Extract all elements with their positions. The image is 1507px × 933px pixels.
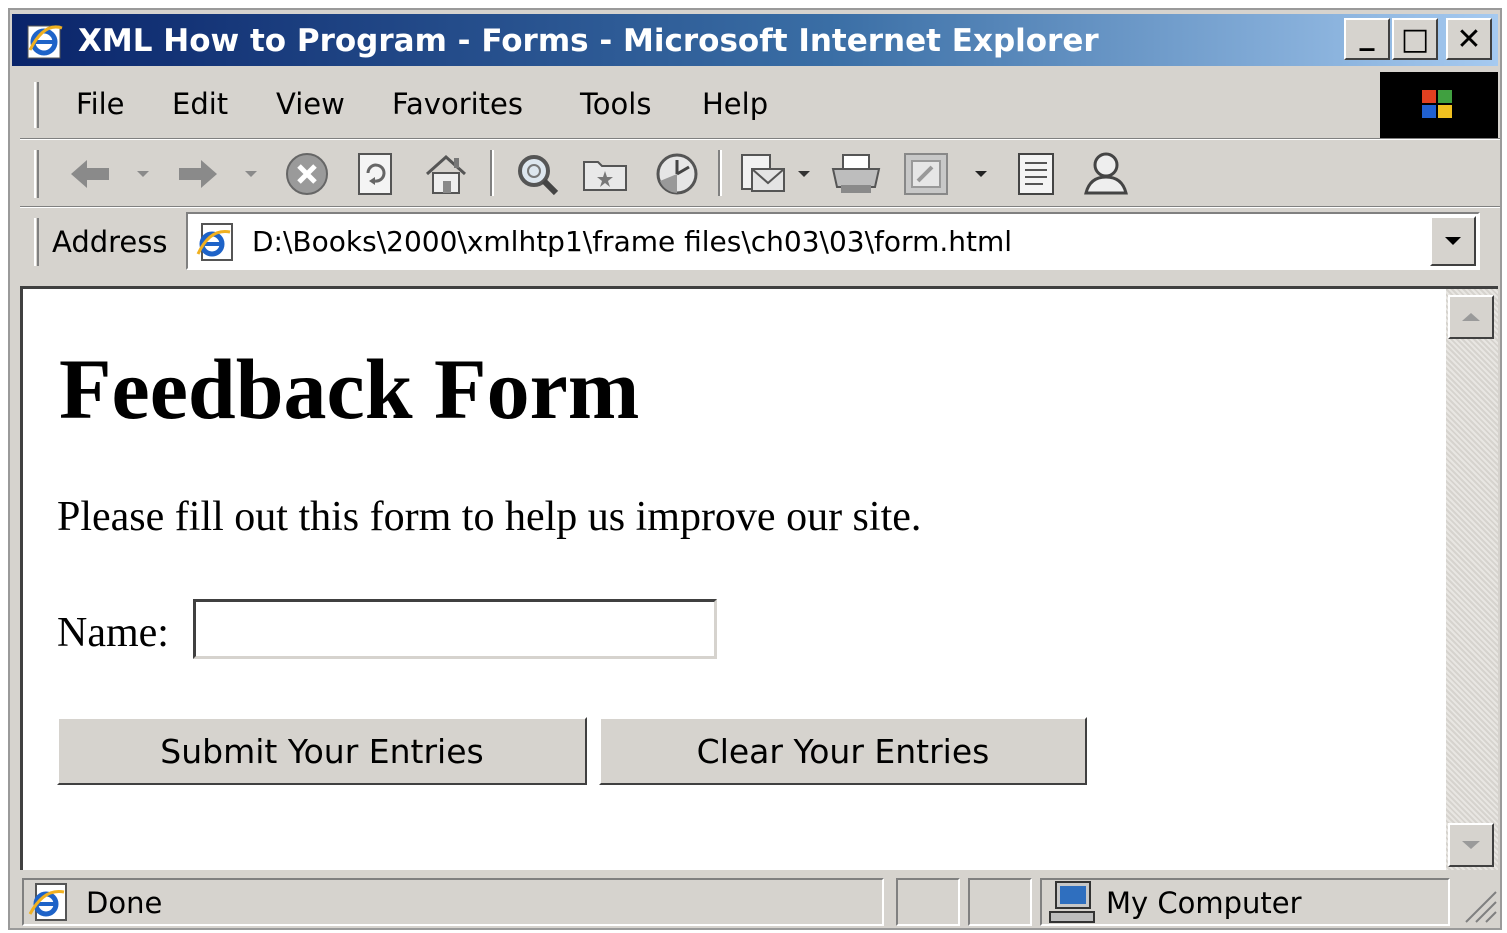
- address-url[interactable]: D:\Books\2000\xmlhtp1\frame files\ch03\0…: [252, 220, 1012, 264]
- back-dropdown-icon[interactable]: [128, 148, 158, 200]
- toolbar-separator: [718, 150, 722, 196]
- chevron-down-icon: [1445, 237, 1461, 245]
- minimize-button[interactable]: _: [1344, 16, 1390, 60]
- edit-icon[interactable]: [898, 148, 954, 200]
- toolbar-separator: [490, 150, 494, 196]
- addressbar-grip[interactable]: [34, 218, 39, 266]
- refresh-icon[interactable]: [350, 148, 400, 200]
- toolbar-grip[interactable]: [34, 150, 39, 198]
- menu-file[interactable]: File: [76, 84, 125, 124]
- vertical-scrollbar[interactable]: [1446, 286, 1498, 870]
- menubar-separator: [20, 138, 1500, 140]
- stop-icon[interactable]: [280, 148, 334, 200]
- window-title: XML How to Program - Forms - Microsoft I…: [78, 23, 1099, 59]
- address-field[interactable]: D:\Books\2000\xmlhtp1\frame files\ch03\0…: [186, 212, 1480, 270]
- minimize-icon: _: [1359, 16, 1375, 52]
- zone-text: My Computer: [1106, 886, 1302, 920]
- scroll-down-button[interactable]: [1448, 823, 1494, 867]
- mail-icon[interactable]: [734, 148, 792, 200]
- page-status-icon: [26, 882, 70, 922]
- chevron-up-icon: [1462, 313, 1480, 321]
- resize-grip-icon[interactable]: [1460, 886, 1498, 924]
- toolbar-separator-line: [20, 206, 1500, 208]
- back-icon[interactable]: [62, 148, 118, 200]
- discuss-icon[interactable]: [1008, 148, 1064, 200]
- maximize-icon: □: [1400, 21, 1430, 57]
- windows-logo: [1380, 72, 1498, 138]
- forward-icon[interactable]: [170, 148, 226, 200]
- status-progress-panel: [896, 878, 960, 926]
- chevron-down-icon: [1462, 841, 1480, 849]
- mail-dropdown-icon[interactable]: [792, 148, 816, 200]
- address-dropdown-button[interactable]: [1430, 216, 1476, 266]
- menu-tools[interactable]: Tools: [580, 84, 651, 124]
- menu-view[interactable]: View: [276, 84, 345, 124]
- print-icon[interactable]: [826, 148, 886, 200]
- maximize-button[interactable]: □: [1392, 18, 1438, 60]
- menu-favorites[interactable]: Favorites: [392, 84, 523, 124]
- close-button[interactable]: ✕: [1446, 18, 1492, 60]
- page-title: Feedback Form: [59, 341, 640, 437]
- name-input[interactable]: [193, 599, 717, 659]
- search-icon[interactable]: [506, 148, 566, 200]
- forward-dropdown-icon[interactable]: [236, 148, 266, 200]
- close-icon: ✕: [1456, 21, 1482, 57]
- menu-help[interactable]: Help: [702, 84, 768, 124]
- name-label: Name:: [57, 610, 169, 656]
- menu-edit[interactable]: Edit: [172, 84, 228, 124]
- computer-icon: [1046, 880, 1098, 924]
- ie-logo-icon: [24, 20, 66, 62]
- history-icon[interactable]: [648, 148, 706, 200]
- submit-button[interactable]: Submit Your Entries: [57, 717, 587, 785]
- status-text: Done: [86, 886, 163, 920]
- home-icon[interactable]: [418, 148, 474, 200]
- page-icon: [194, 222, 236, 262]
- edit-dropdown-icon[interactable]: [966, 148, 996, 200]
- messenger-icon[interactable]: [1076, 148, 1136, 200]
- favorites-icon[interactable]: [576, 148, 634, 200]
- scroll-up-button[interactable]: [1448, 295, 1494, 339]
- clear-button[interactable]: Clear Your Entries: [599, 717, 1087, 785]
- page-content: Feedback Form Please fill out this form …: [20, 286, 1446, 870]
- menubar-grip[interactable]: [34, 82, 39, 128]
- address-label: Address: [52, 225, 168, 259]
- page-intro-text: Please fill out this form to help us imp…: [57, 494, 922, 540]
- status-security-panel: [968, 878, 1032, 926]
